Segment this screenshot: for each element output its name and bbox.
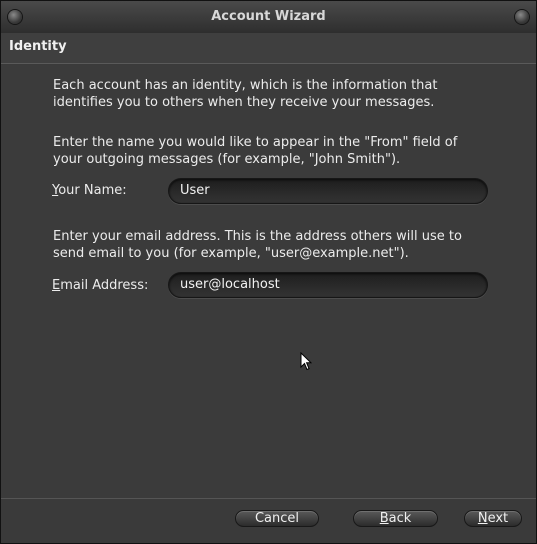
email-address-value: user@localhost bbox=[180, 277, 280, 292]
back-button[interactable]: Back bbox=[353, 510, 438, 527]
close-icon[interactable] bbox=[515, 10, 529, 24]
button-bar: Cancel Back Next bbox=[1, 499, 536, 543]
next-button-accesskey: N bbox=[477, 511, 488, 526]
next-button-label-rest: ext bbox=[487, 511, 509, 526]
your-name-value: User bbox=[180, 183, 210, 198]
email-instructions: Enter your email address. This is the ad… bbox=[53, 229, 462, 261]
your-name-label-rest: our Name: bbox=[58, 183, 127, 198]
back-button-label-rest: ack bbox=[388, 511, 412, 526]
email-address-label-accesskey: E bbox=[52, 278, 61, 293]
mouse-pointer-icon bbox=[300, 352, 312, 371]
intro-text: Each account has an identity, which is t… bbox=[53, 78, 438, 110]
name-instructions: Enter the name you would like to appear … bbox=[53, 135, 458, 167]
window-title: Account Wizard bbox=[211, 9, 326, 24]
your-name-label: Your Name: bbox=[52, 183, 127, 198]
page-title: Identity bbox=[9, 39, 67, 54]
your-name-input[interactable]: User bbox=[168, 178, 488, 204]
email-address-input[interactable]: user@localhost bbox=[168, 272, 488, 298]
wizard-content: Each account has an identity, which is t… bbox=[1, 65, 536, 498]
title-bar[interactable]: Account Wizard bbox=[1, 1, 536, 34]
page-header: Identity bbox=[1, 33, 536, 64]
email-address-label: Email Address: bbox=[52, 278, 148, 293]
next-button[interactable]: Next bbox=[464, 510, 522, 527]
account-wizard-window: Account Wizard Identity Each account has… bbox=[0, 0, 537, 544]
back-button-accesskey: B bbox=[379, 511, 389, 526]
email-address-label-rest: mail Address: bbox=[60, 278, 149, 293]
cancel-button[interactable]: Cancel bbox=[235, 510, 319, 527]
